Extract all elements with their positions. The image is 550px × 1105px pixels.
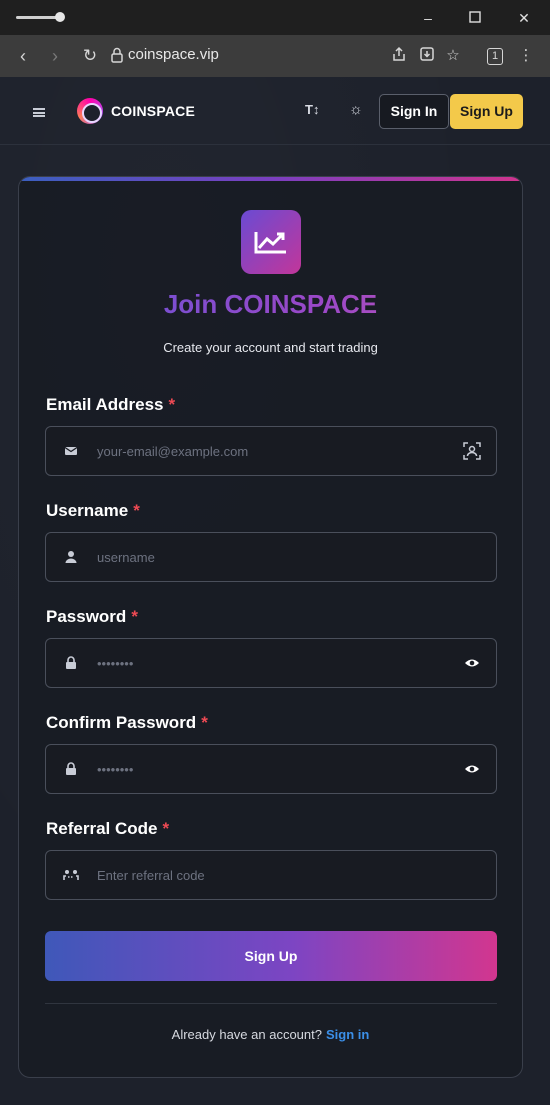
text-size-icon[interactable]: T↕ bbox=[305, 102, 319, 117]
lock-icon[interactable] bbox=[110, 46, 124, 64]
signup-card: Join COINSPACE Create your account and s… bbox=[18, 176, 523, 1078]
card-title: Join COINSPACE bbox=[19, 289, 522, 320]
close-icon[interactable]: ✕ bbox=[514, 8, 534, 28]
window-slider-knob[interactable] bbox=[55, 12, 65, 22]
sign-in-button[interactable]: Sign In bbox=[379, 94, 449, 129]
user-icon bbox=[65, 551, 77, 563]
username-label-text: Username bbox=[46, 501, 129, 520]
page-content: COINSPACE T↕ ☼ Sign In Sign Up Join COIN… bbox=[0, 77, 550, 1105]
brand-name[interactable]: COINSPACE bbox=[111, 103, 195, 119]
password-input[interactable] bbox=[97, 639, 437, 687]
theme-toggle-sun-icon[interactable]: ☼ bbox=[349, 101, 363, 118]
maximize-icon[interactable] bbox=[465, 8, 485, 28]
site-header: COINSPACE T↕ ☼ Sign In Sign Up bbox=[0, 77, 550, 145]
address-url[interactable]: coinspace.vip bbox=[128, 46, 219, 63]
chart-trend-icon bbox=[241, 210, 301, 274]
referral-field[interactable] bbox=[45, 850, 497, 900]
bookmark-star-icon[interactable]: ☆ bbox=[443, 46, 463, 66]
email-field[interactable] bbox=[45, 426, 497, 476]
tab-count-button[interactable]: 1 bbox=[487, 48, 503, 65]
required-marker: * bbox=[201, 713, 208, 732]
sign-in-link[interactable]: Sign in bbox=[326, 1027, 369, 1042]
padlock-icon bbox=[66, 762, 76, 775]
minimize-icon[interactable]: – bbox=[418, 8, 438, 28]
menu-kebab-icon[interactable]: ⋮ bbox=[516, 46, 536, 66]
show-password-eye-icon[interactable] bbox=[462, 759, 482, 779]
password-field[interactable] bbox=[45, 638, 497, 688]
referral-code-input[interactable] bbox=[97, 851, 437, 899]
email-input[interactable] bbox=[97, 427, 437, 475]
sign-up-header-button[interactable]: Sign Up bbox=[450, 94, 523, 129]
confirm-password-label-text: Confirm Password bbox=[46, 713, 197, 732]
username-field[interactable] bbox=[45, 532, 497, 582]
password-label-text: Password bbox=[46, 607, 127, 626]
email-label-text: Email Address bbox=[46, 395, 164, 414]
required-marker: * bbox=[131, 607, 138, 626]
confirm-password-input[interactable] bbox=[97, 745, 437, 793]
username-label: Username * bbox=[46, 501, 140, 521]
window-titlebar: – ✕ bbox=[0, 0, 550, 35]
confirm-password-field[interactable] bbox=[45, 744, 497, 794]
contact-autofill-icon[interactable] bbox=[462, 441, 482, 461]
email-label: Email Address * bbox=[46, 395, 175, 415]
sign-in-prompt-text: Already have an account? bbox=[171, 1027, 322, 1042]
card-divider bbox=[45, 1003, 497, 1004]
coinspace-logo-icon[interactable] bbox=[77, 98, 103, 124]
forward-icon[interactable]: › bbox=[44, 45, 66, 67]
required-marker: * bbox=[168, 395, 176, 414]
reload-icon[interactable]: ↻ bbox=[79, 45, 101, 67]
username-input[interactable] bbox=[97, 533, 437, 581]
referral-label-text: Referral Code bbox=[46, 819, 158, 838]
install-app-icon[interactable] bbox=[417, 46, 437, 66]
share-icon[interactable] bbox=[389, 46, 409, 66]
show-password-eye-icon[interactable] bbox=[462, 653, 482, 673]
required-marker: * bbox=[133, 501, 140, 520]
password-label: Password * bbox=[46, 607, 138, 627]
sign-up-submit-button[interactable]: Sign Up bbox=[45, 931, 497, 981]
hamburger-menu-icon[interactable] bbox=[33, 108, 45, 117]
envelope-icon bbox=[64, 446, 78, 455]
back-icon[interactable]: ‹ bbox=[12, 45, 34, 67]
users-icon bbox=[63, 870, 79, 880]
card-accent-bar bbox=[19, 177, 522, 181]
padlock-icon bbox=[66, 656, 76, 669]
browser-toolbar: ‹ › ↻ coinspace.vip ☆ 1 ⋮ bbox=[0, 35, 550, 77]
confirm-password-label: Confirm Password * bbox=[46, 713, 208, 733]
sign-in-prompt: Already have an account? Sign in bbox=[19, 1027, 522, 1042]
required-marker: * bbox=[162, 819, 170, 838]
card-subtitle: Create your account and start trading bbox=[163, 340, 378, 355]
referral-label: Referral Code * bbox=[46, 819, 169, 839]
